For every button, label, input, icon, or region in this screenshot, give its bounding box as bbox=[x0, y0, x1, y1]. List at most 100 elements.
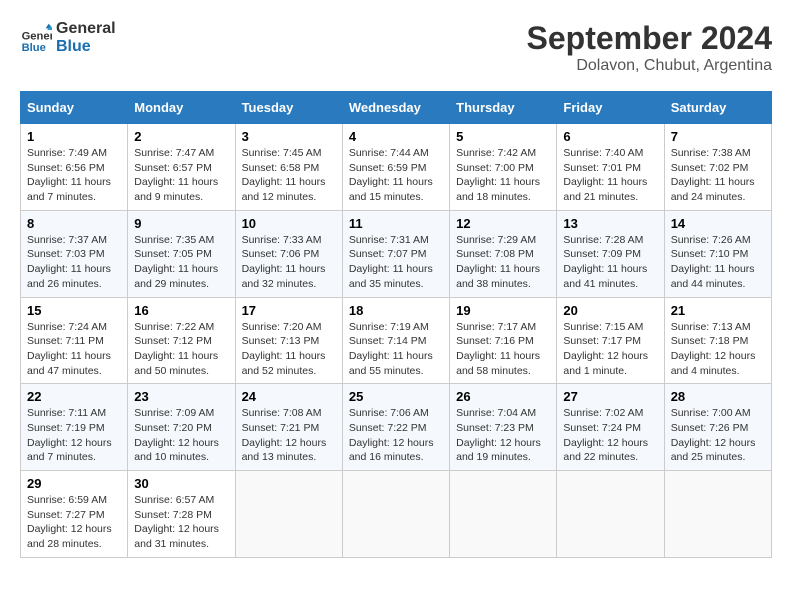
calendar-cell: 27 Sunrise: 7:02 AMSunset: 7:24 PMDaylig… bbox=[557, 384, 664, 471]
day-number: 22 bbox=[27, 389, 121, 404]
day-number: 17 bbox=[242, 303, 336, 318]
cell-info: Sunrise: 7:42 AMSunset: 7:00 PMDaylight:… bbox=[456, 147, 540, 203]
day-number: 21 bbox=[671, 303, 765, 318]
calendar-cell: 25 Sunrise: 7:06 AMSunset: 7:22 PMDaylig… bbox=[342, 384, 449, 471]
cell-info: Sunrise: 7:49 AMSunset: 6:56 PMDaylight:… bbox=[27, 147, 111, 203]
title-block: September 2024 Dolavon, Chubut, Argentin… bbox=[527, 20, 772, 75]
cell-info: Sunrise: 7:24 AMSunset: 7:11 PMDaylight:… bbox=[27, 321, 111, 377]
day-number: 26 bbox=[456, 389, 550, 404]
cell-info: Sunrise: 6:59 AMSunset: 7:27 PMDaylight:… bbox=[27, 494, 112, 550]
cell-info: Sunrise: 7:20 AMSunset: 7:13 PMDaylight:… bbox=[242, 321, 326, 377]
cell-info: Sunrise: 7:44 AMSunset: 6:59 PMDaylight:… bbox=[349, 147, 433, 203]
cell-info: Sunrise: 7:17 AMSunset: 7:16 PMDaylight:… bbox=[456, 321, 540, 377]
calendar-cell: 26 Sunrise: 7:04 AMSunset: 7:23 PMDaylig… bbox=[450, 384, 557, 471]
cell-info: Sunrise: 7:02 AMSunset: 7:24 PMDaylight:… bbox=[563, 407, 648, 463]
svg-text:General: General bbox=[22, 30, 52, 42]
calendar-cell: 30 Sunrise: 6:57 AMSunset: 7:28 PMDaylig… bbox=[128, 471, 235, 558]
calendar-cell bbox=[450, 471, 557, 558]
calendar-cell: 16 Sunrise: 7:22 AMSunset: 7:12 PMDaylig… bbox=[128, 297, 235, 384]
cell-info: Sunrise: 7:06 AMSunset: 7:22 PMDaylight:… bbox=[349, 407, 434, 463]
page-header: General Blue General Blue September 2024… bbox=[20, 20, 772, 75]
calendar-cell: 28 Sunrise: 7:00 AMSunset: 7:26 PMDaylig… bbox=[664, 384, 771, 471]
calendar-cell: 23 Sunrise: 7:09 AMSunset: 7:20 PMDaylig… bbox=[128, 384, 235, 471]
calendar-week-5: 29 Sunrise: 6:59 AMSunset: 7:27 PMDaylig… bbox=[21, 471, 772, 558]
calendar-cell: 6 Sunrise: 7:40 AMSunset: 7:01 PMDayligh… bbox=[557, 124, 664, 211]
day-number: 27 bbox=[563, 389, 657, 404]
logo-blue: Blue bbox=[56, 38, 116, 56]
day-number: 13 bbox=[563, 216, 657, 231]
calendar-cell: 5 Sunrise: 7:42 AMSunset: 7:00 PMDayligh… bbox=[450, 124, 557, 211]
calendar-table: SundayMondayTuesdayWednesdayThursdayFrid… bbox=[20, 91, 772, 558]
svg-text:Blue: Blue bbox=[22, 41, 46, 53]
weekday-header-thursday: Thursday bbox=[450, 92, 557, 124]
cell-info: Sunrise: 7:26 AMSunset: 7:10 PMDaylight:… bbox=[671, 234, 755, 290]
calendar-cell: 10 Sunrise: 7:33 AMSunset: 7:06 PMDaylig… bbox=[235, 210, 342, 297]
cell-info: Sunrise: 7:19 AMSunset: 7:14 PMDaylight:… bbox=[349, 321, 433, 377]
day-number: 9 bbox=[134, 216, 228, 231]
weekday-header-wednesday: Wednesday bbox=[342, 92, 449, 124]
month-title: September 2024 bbox=[527, 20, 772, 57]
cell-info: Sunrise: 7:38 AMSunset: 7:02 PMDaylight:… bbox=[671, 147, 755, 203]
calendar-cell: 8 Sunrise: 7:37 AMSunset: 7:03 PMDayligh… bbox=[21, 210, 128, 297]
logo-icon: General Blue bbox=[20, 22, 52, 54]
day-number: 19 bbox=[456, 303, 550, 318]
cell-info: Sunrise: 7:15 AMSunset: 7:17 PMDaylight:… bbox=[563, 321, 648, 377]
cell-info: Sunrise: 7:29 AMSunset: 7:08 PMDaylight:… bbox=[456, 234, 540, 290]
day-number: 11 bbox=[349, 216, 443, 231]
cell-info: Sunrise: 6:57 AMSunset: 7:28 PMDaylight:… bbox=[134, 494, 219, 550]
day-number: 8 bbox=[27, 216, 121, 231]
day-number: 1 bbox=[27, 129, 121, 144]
cell-info: Sunrise: 7:47 AMSunset: 6:57 PMDaylight:… bbox=[134, 147, 218, 203]
weekday-header-monday: Monday bbox=[128, 92, 235, 124]
day-number: 6 bbox=[563, 129, 657, 144]
calendar-cell bbox=[235, 471, 342, 558]
calendar-cell: 3 Sunrise: 7:45 AMSunset: 6:58 PMDayligh… bbox=[235, 124, 342, 211]
day-number: 25 bbox=[349, 389, 443, 404]
logo: General Blue General Blue bbox=[20, 20, 116, 55]
calendar-cell: 13 Sunrise: 7:28 AMSunset: 7:09 PMDaylig… bbox=[557, 210, 664, 297]
cell-info: Sunrise: 7:11 AMSunset: 7:19 PMDaylight:… bbox=[27, 407, 112, 463]
calendar-cell: 2 Sunrise: 7:47 AMSunset: 6:57 PMDayligh… bbox=[128, 124, 235, 211]
cell-info: Sunrise: 7:31 AMSunset: 7:07 PMDaylight:… bbox=[349, 234, 433, 290]
day-number: 4 bbox=[349, 129, 443, 144]
calendar-cell: 11 Sunrise: 7:31 AMSunset: 7:07 PMDaylig… bbox=[342, 210, 449, 297]
calendar-week-4: 22 Sunrise: 7:11 AMSunset: 7:19 PMDaylig… bbox=[21, 384, 772, 471]
calendar-cell: 19 Sunrise: 7:17 AMSunset: 7:16 PMDaylig… bbox=[450, 297, 557, 384]
calendar-cell: 4 Sunrise: 7:44 AMSunset: 6:59 PMDayligh… bbox=[342, 124, 449, 211]
cell-info: Sunrise: 7:37 AMSunset: 7:03 PMDaylight:… bbox=[27, 234, 111, 290]
calendar-week-2: 8 Sunrise: 7:37 AMSunset: 7:03 PMDayligh… bbox=[21, 210, 772, 297]
day-number: 24 bbox=[242, 389, 336, 404]
weekday-header-saturday: Saturday bbox=[664, 92, 771, 124]
calendar-week-3: 15 Sunrise: 7:24 AMSunset: 7:11 PMDaylig… bbox=[21, 297, 772, 384]
logo-general: General bbox=[56, 20, 116, 38]
weekday-header-friday: Friday bbox=[557, 92, 664, 124]
calendar-cell: 1 Sunrise: 7:49 AMSunset: 6:56 PMDayligh… bbox=[21, 124, 128, 211]
cell-info: Sunrise: 7:40 AMSunset: 7:01 PMDaylight:… bbox=[563, 147, 647, 203]
day-number: 3 bbox=[242, 129, 336, 144]
day-number: 2 bbox=[134, 129, 228, 144]
cell-info: Sunrise: 7:22 AMSunset: 7:12 PMDaylight:… bbox=[134, 321, 218, 377]
calendar-cell: 21 Sunrise: 7:13 AMSunset: 7:18 PMDaylig… bbox=[664, 297, 771, 384]
calendar-cell: 14 Sunrise: 7:26 AMSunset: 7:10 PMDaylig… bbox=[664, 210, 771, 297]
calendar-cell: 18 Sunrise: 7:19 AMSunset: 7:14 PMDaylig… bbox=[342, 297, 449, 384]
calendar-cell bbox=[664, 471, 771, 558]
day-number: 18 bbox=[349, 303, 443, 318]
calendar-cell: 24 Sunrise: 7:08 AMSunset: 7:21 PMDaylig… bbox=[235, 384, 342, 471]
calendar-cell: 7 Sunrise: 7:38 AMSunset: 7:02 PMDayligh… bbox=[664, 124, 771, 211]
day-number: 23 bbox=[134, 389, 228, 404]
cell-info: Sunrise: 7:28 AMSunset: 7:09 PMDaylight:… bbox=[563, 234, 647, 290]
day-number: 20 bbox=[563, 303, 657, 318]
calendar-cell: 9 Sunrise: 7:35 AMSunset: 7:05 PMDayligh… bbox=[128, 210, 235, 297]
cell-info: Sunrise: 7:35 AMSunset: 7:05 PMDaylight:… bbox=[134, 234, 218, 290]
calendar-cell: 12 Sunrise: 7:29 AMSunset: 7:08 PMDaylig… bbox=[450, 210, 557, 297]
calendar-cell: 29 Sunrise: 6:59 AMSunset: 7:27 PMDaylig… bbox=[21, 471, 128, 558]
day-number: 10 bbox=[242, 216, 336, 231]
calendar-cell bbox=[342, 471, 449, 558]
day-number: 16 bbox=[134, 303, 228, 318]
cell-info: Sunrise: 7:04 AMSunset: 7:23 PMDaylight:… bbox=[456, 407, 541, 463]
cell-info: Sunrise: 7:45 AMSunset: 6:58 PMDaylight:… bbox=[242, 147, 326, 203]
day-number: 7 bbox=[671, 129, 765, 144]
day-number: 29 bbox=[27, 476, 121, 491]
cell-info: Sunrise: 7:00 AMSunset: 7:26 PMDaylight:… bbox=[671, 407, 756, 463]
cell-info: Sunrise: 7:08 AMSunset: 7:21 PMDaylight:… bbox=[242, 407, 327, 463]
